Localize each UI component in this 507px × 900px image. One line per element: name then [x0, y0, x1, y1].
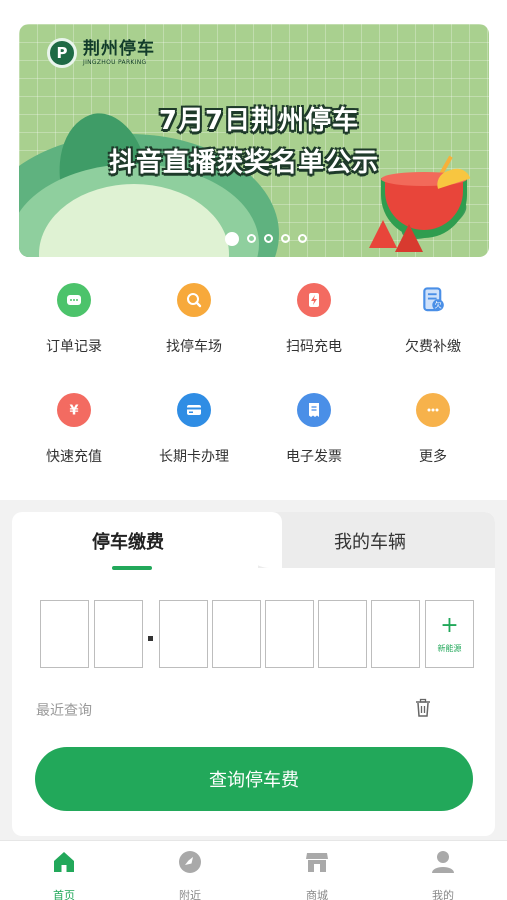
card-icon: [177, 393, 211, 427]
banner-headline-1: 7月7日荆州停车: [158, 106, 360, 136]
carousel-dot-active[interactable]: [225, 232, 239, 246]
promo-banner[interactable]: P 荆州停车 JINGZHOU PARKING 7月7日荆州停车 抖音直播获奖名…: [19, 24, 489, 257]
nav-label: 商城: [306, 889, 328, 900]
service-label: 长期卡办理: [159, 449, 229, 465]
carousel-dot[interactable]: [247, 234, 256, 243]
plate-char-6[interactable]: [318, 600, 367, 668]
service-arrears-payment[interactable]: 欠 欠费补缴: [378, 283, 488, 356]
recent-queries-label: 最近查询: [36, 703, 92, 719]
nav-home[interactable]: 首页: [24, 849, 104, 900]
tab-my-vehicles[interactable]: 我的车辆: [334, 528, 406, 554]
parking-logo-icon: P: [47, 38, 77, 68]
service-e-invoice[interactable]: 电子发票: [259, 393, 369, 466]
profile-icon: [432, 851, 454, 873]
nav-label: 我的: [432, 889, 454, 900]
nav-label: 附近: [179, 889, 201, 900]
plate-char-1[interactable]: [40, 600, 89, 668]
plate-new-energy-slot[interactable]: + 新能源: [425, 600, 474, 668]
service-more[interactable]: 更多: [378, 393, 488, 466]
arrears-icon: 欠: [416, 283, 450, 317]
new-energy-label: 新能源: [437, 643, 462, 653]
carousel-dot[interactable]: [281, 234, 290, 243]
plate-char-2[interactable]: [94, 600, 143, 668]
nav-nearby[interactable]: 附近: [150, 849, 230, 900]
nav-profile[interactable]: 我的: [403, 849, 483, 900]
service-long-term-card[interactable]: 长期卡办理: [139, 393, 249, 466]
bottom-nav: 首页 附近 商城 我的: [0, 840, 507, 900]
service-quick-recharge[interactable]: ¥ 快速充值: [19, 393, 129, 466]
shop-icon: [306, 853, 328, 872]
service-label: 欠费补缴: [405, 339, 461, 355]
plus-icon: +: [440, 612, 459, 638]
service-find-parking[interactable]: 找停车场: [139, 283, 249, 356]
plate-char-5[interactable]: [265, 600, 314, 668]
logo-title: 荆州停车: [83, 38, 155, 59]
service-label: 找停车场: [166, 339, 222, 355]
svg-text:¥: ¥: [69, 404, 78, 419]
carousel-indicator: [19, 232, 489, 246]
more-icon: [416, 393, 450, 427]
query-parking-fee-button[interactable]: 查询停车费: [35, 747, 473, 811]
plate-char-7[interactable]: [371, 600, 420, 668]
tab-parking-payment[interactable]: 停车缴费: [92, 528, 164, 554]
logo-subtitle: JINGZHOU PARKING: [83, 58, 147, 66]
carousel-dot[interactable]: [264, 234, 273, 243]
recharge-icon: ¥: [57, 393, 91, 427]
nav-label: 首页: [53, 889, 75, 900]
active-tab-indicator: [112, 566, 152, 570]
home-icon: [54, 852, 74, 872]
charge-icon: [297, 283, 331, 317]
plate-char-4[interactable]: [212, 600, 261, 668]
service-label: 扫码充电: [286, 339, 342, 355]
search-parking-icon: [177, 283, 211, 317]
service-order-records[interactable]: 订单记录: [19, 283, 129, 356]
service-label: 电子发票: [286, 449, 342, 465]
plate-separator-dot: [148, 636, 153, 641]
trash-icon[interactable]: [414, 698, 432, 718]
service-label: 订单记录: [46, 339, 102, 355]
nav-shop[interactable]: 商城: [277, 849, 357, 900]
service-label: 更多: [419, 449, 447, 465]
tab-divider-curve: [242, 512, 282, 568]
parking-fee-card: 停车缴费 我的车辆 + 新能源 最近查询 查询停车费: [12, 512, 495, 836]
compass-icon: [179, 851, 201, 873]
service-scan-charge[interactable]: 扫码充电: [259, 283, 369, 356]
brand-logo: P 荆州停车 JINGZHOU PARKING: [47, 38, 155, 68]
service-label: 快速充值: [46, 449, 102, 465]
invoice-icon: [297, 393, 331, 427]
carousel-dot[interactable]: [298, 234, 307, 243]
plate-char-3[interactable]: [159, 600, 208, 668]
svg-text:欠: 欠: [434, 301, 441, 310]
order-list-icon: [57, 283, 91, 317]
